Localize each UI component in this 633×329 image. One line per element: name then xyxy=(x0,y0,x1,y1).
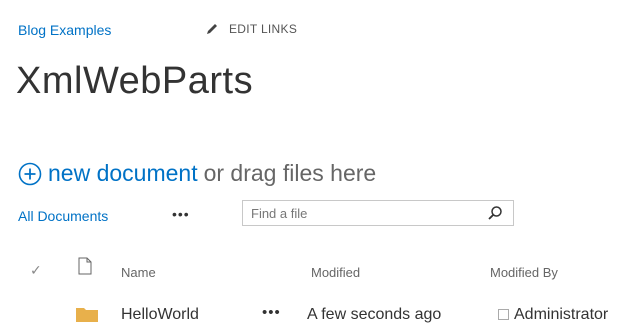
column-header-modified-by[interactable]: Modified By xyxy=(490,265,558,280)
new-document-bar: new document or drag files here xyxy=(18,160,376,187)
column-header-name[interactable]: Name xyxy=(121,265,156,280)
item-modified-by[interactable]: Administrator xyxy=(514,306,608,324)
view-all-documents[interactable]: All Documents xyxy=(18,208,108,224)
folder-icon xyxy=(76,308,98,322)
pencil-icon xyxy=(207,24,217,34)
user-presence-icon xyxy=(498,309,509,320)
drag-files-hint: or drag files here xyxy=(203,160,377,186)
view-more-button[interactable]: ••• xyxy=(172,206,190,222)
edit-links-label: EDIT LINKS xyxy=(229,22,298,36)
search-input[interactable] xyxy=(243,202,487,224)
new-document-link[interactable]: new document xyxy=(48,160,198,187)
search-box xyxy=(242,200,514,226)
column-header-modified[interactable]: Modified xyxy=(311,265,360,280)
item-name-link[interactable]: HelloWorld xyxy=(121,306,199,324)
breadcrumb-link[interactable]: Blog Examples xyxy=(18,22,111,38)
item-modified: A few seconds ago xyxy=(307,306,442,323)
search-icon[interactable] xyxy=(487,205,503,221)
plus-circle-icon[interactable] xyxy=(18,162,42,186)
edit-links-button[interactable]: EDIT LINKS xyxy=(205,22,297,36)
item-menu-button[interactable]: ••• xyxy=(262,304,281,321)
document-type-icon xyxy=(78,257,92,275)
page-title: XmlWebParts xyxy=(16,60,254,102)
checkmark-icon[interactable]: ✓ xyxy=(30,262,42,279)
